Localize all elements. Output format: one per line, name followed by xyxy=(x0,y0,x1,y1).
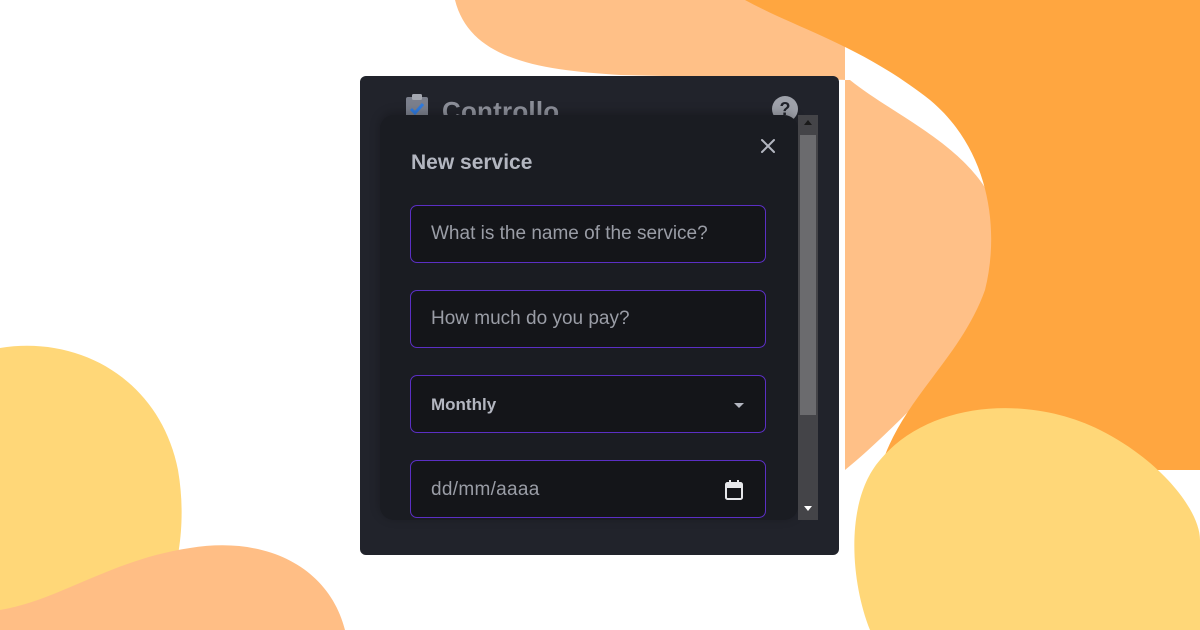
scroll-thumb[interactable] xyxy=(800,135,816,415)
frequency-value: Monthly xyxy=(431,395,497,414)
new-service-modal: New service Monthly dd/mm/aaaa xyxy=(380,115,798,520)
chevron-down-icon xyxy=(734,403,744,408)
scroll-up-arrow-icon[interactable] xyxy=(804,120,812,125)
modal-title: New service xyxy=(411,151,533,174)
scroll-down-arrow-icon[interactable] xyxy=(804,506,812,511)
price-field[interactable] xyxy=(410,290,766,348)
service-name-field[interactable] xyxy=(410,205,766,263)
date-field[interactable]: dd/mm/aaaa xyxy=(410,460,766,518)
service-name-input[interactable] xyxy=(411,206,765,262)
modal-scrollbar[interactable] xyxy=(798,115,818,520)
calendar-icon[interactable] xyxy=(725,480,743,500)
close-icon[interactable] xyxy=(757,135,779,157)
price-input[interactable] xyxy=(411,291,765,347)
app-window: Controllo ? New service Monthly dd/mm/aa… xyxy=(360,76,839,555)
date-placeholder: dd/mm/aaaa xyxy=(431,479,540,500)
frequency-select[interactable]: Monthly xyxy=(410,375,766,433)
